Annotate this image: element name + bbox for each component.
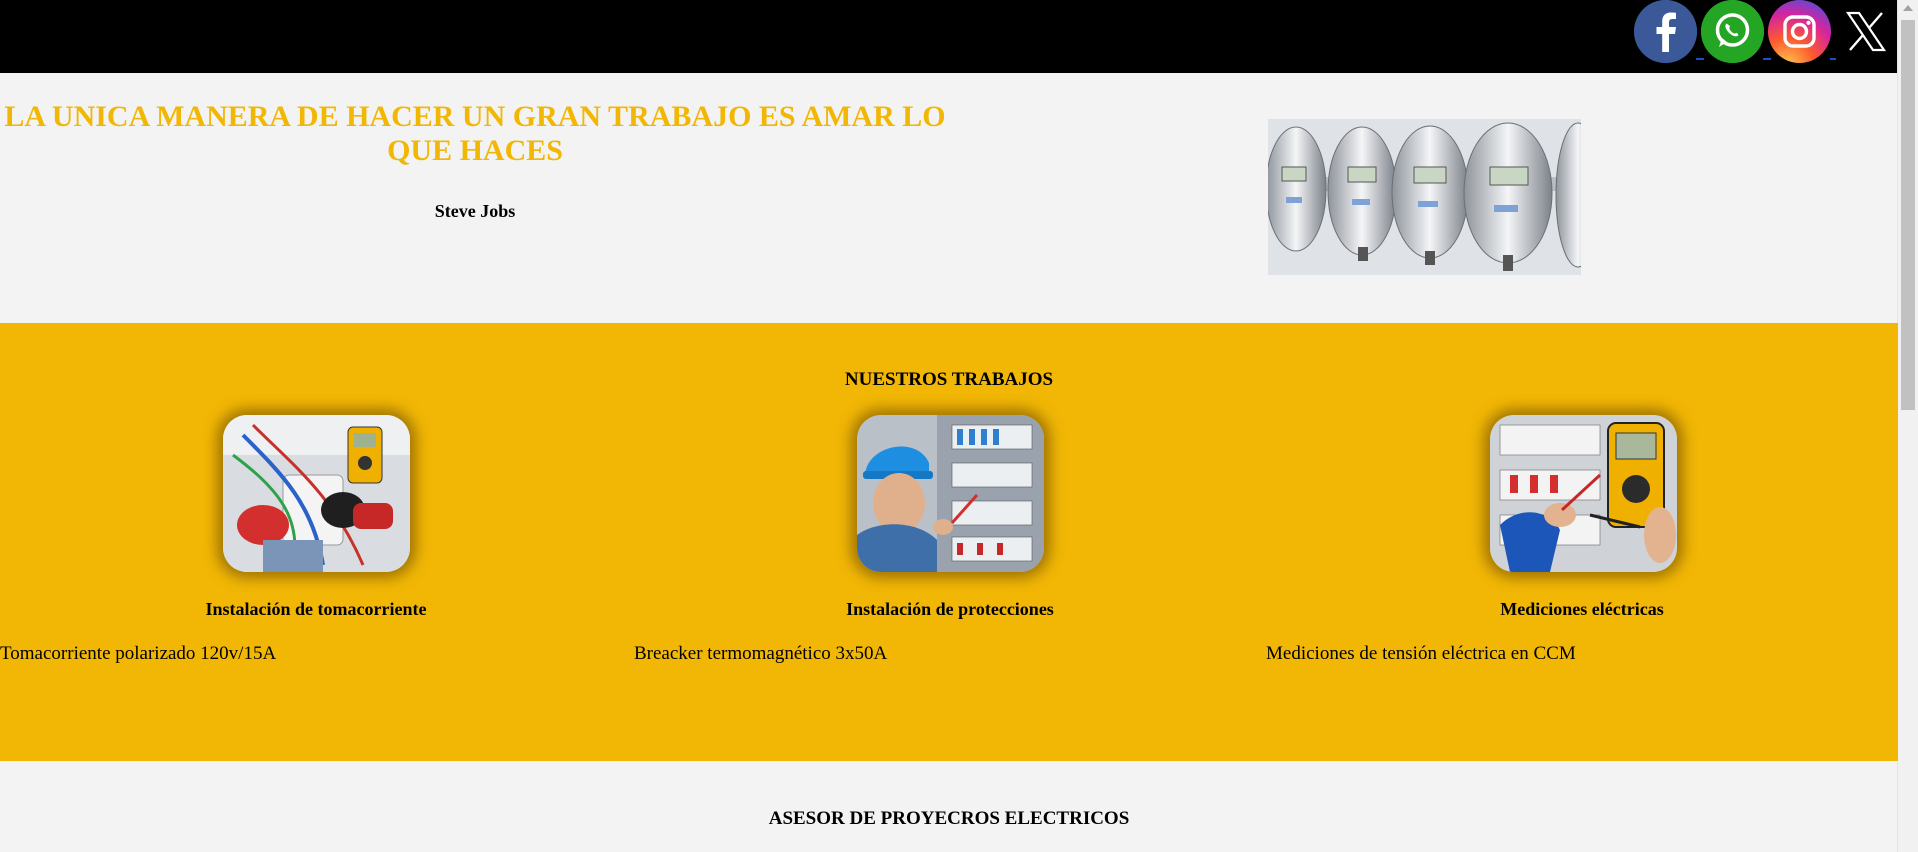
protections-installation-image <box>857 415 1044 572</box>
work-item-desc: Breacker termomagnético 3x50A <box>634 643 888 664</box>
top-bar <box>0 0 1898 73</box>
work-item-desc: Mediciones de tensión eléctrica en CCM <box>1266 643 1576 664</box>
x-icon <box>1845 11 1887 52</box>
instagram-link[interactable] <box>1768 0 1838 63</box>
facebook-icon <box>1634 0 1697 63</box>
instagram-icon <box>1783 15 1816 48</box>
quote-author: Steve Jobs <box>434 201 516 221</box>
page-scrollbar[interactable] <box>1897 0 1918 852</box>
electrical-measurements-image <box>1490 415 1677 572</box>
x-link[interactable] <box>1836 0 1896 63</box>
electric-meters-image <box>1268 119 1581 275</box>
works-title: NUESTROS TRABAJOS <box>844 369 1054 390</box>
outlet-installation-image <box>223 415 410 572</box>
hero-quote: LA UNICA MANERA DE HACER UN GRAN TRABAJO… <box>4 100 946 167</box>
works-section: NUESTROS TRABAJOS Instalación de tomacor… <box>0 323 1898 761</box>
work-item-desc: Tomacorriente polarizado 120v/15A <box>0 643 277 664</box>
whatsapp-link[interactable] <box>1701 0 1771 63</box>
scroll-up-arrow-icon[interactable] <box>1903 5 1913 11</box>
facebook-link[interactable] <box>1634 0 1704 63</box>
advisor-heading: ASESOR DE PROYECROS ELECTRICOS <box>768 808 1130 829</box>
whatsapp-icon <box>1701 0 1764 63</box>
work-item-title: Instalación de tomacorriente <box>205 599 427 619</box>
work-item-title: Mediciones eléctricas <box>1500 599 1664 619</box>
scrollbar-thumb[interactable] <box>1901 20 1915 410</box>
work-item-title: Instalación de protecciones <box>846 599 1054 619</box>
